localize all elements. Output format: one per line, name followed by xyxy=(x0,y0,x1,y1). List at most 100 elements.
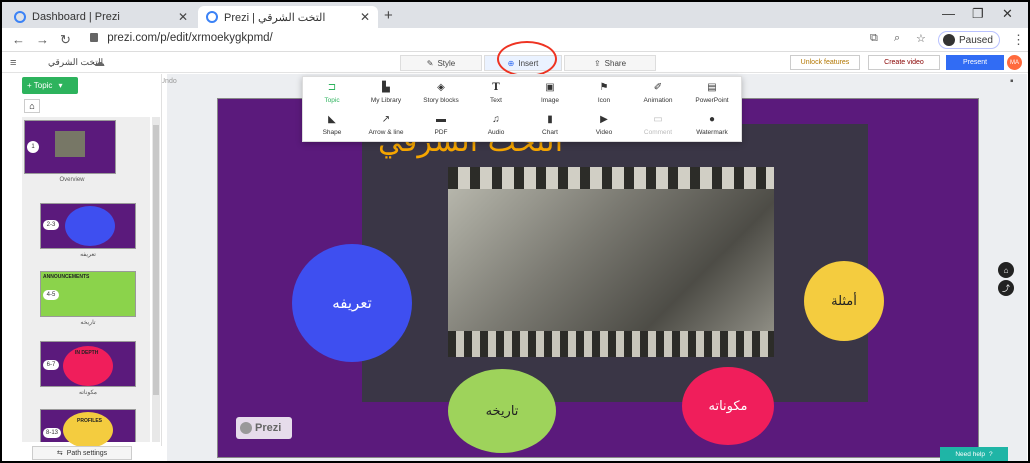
prezi-logo-text: Prezi xyxy=(255,422,282,434)
insert-topic-item[interactable]: ⊐ Topic xyxy=(305,82,359,110)
present-button[interactable]: Present xyxy=(946,55,1004,70)
tab-dashboard[interactable]: Dashboard | Prezi ✕ xyxy=(6,6,196,28)
pdf-icon: ▬ xyxy=(436,114,446,125)
insert-storyblocks-item[interactable]: ◈ Story blocks xyxy=(414,82,468,110)
prezi-favicon-icon xyxy=(206,11,218,23)
present-label: Present xyxy=(962,59,988,66)
insert-library-item[interactable]: ▙ My Library xyxy=(359,82,413,110)
video-icon: ▶ xyxy=(600,114,608,125)
forward-icon[interactable]: → xyxy=(36,32,49,47)
thumb-badge: 6-7 xyxy=(43,360,59,370)
thumbnail-overview[interactable]: 1 xyxy=(24,120,116,174)
insert-powerpoint-item[interactable]: ▤ PowerPoint xyxy=(685,82,739,110)
new-tab-icon[interactable]: + xyxy=(384,7,393,24)
thumbnail-scrollbar[interactable] xyxy=(152,117,160,442)
item-label: Icon xyxy=(597,97,611,104)
chevron-down-icon: ▾ xyxy=(58,81,63,90)
undo-button[interactable]: Undo xyxy=(160,78,177,85)
bookmark-star-icon[interactable]: ☆ xyxy=(916,32,926,45)
insert-animation-item[interactable]: ✐ Animation xyxy=(631,82,685,110)
thumbnail-label: مكوناته xyxy=(78,390,97,396)
profile-button[interactable]: Paused xyxy=(938,31,1000,49)
home-button[interactable]: ⌂ xyxy=(24,99,40,113)
insert-chart-item[interactable]: ▮ Chart xyxy=(523,114,577,142)
comments-icon[interactable]: ▪ xyxy=(1010,76,1014,87)
topic-circle-components[interactable]: مكوناته xyxy=(682,367,774,445)
insert-audio-item[interactable]: ♫ Audio xyxy=(469,114,523,142)
path-settings-button[interactable]: ⇆ Path settings xyxy=(32,446,132,460)
thumbnail-components[interactable]: IN DEPTH 6-7 xyxy=(40,341,136,387)
thumbnail-definition[interactable]: 2-3 xyxy=(40,203,136,249)
restore-icon[interactable]: ❐ xyxy=(972,6,984,22)
overview-sidebar: + Topic ▾ ⌂ 1 Overview 2-3 تعريفه ANNOUN… xyxy=(20,74,162,448)
wand-icon: ✐ xyxy=(653,82,663,93)
thumbnail-list: 1 Overview 2-3 تعريفه ANNOUNCEMENTS 4-5 … xyxy=(22,117,150,448)
create-video-button[interactable]: Create video xyxy=(868,55,940,70)
previous-step-icon[interactable]: ⤴ xyxy=(998,280,1014,296)
watermark-icon: ● xyxy=(708,114,716,125)
path-icon: ⇆ xyxy=(56,450,63,457)
kebab-menu-icon[interactable]: ⋮ xyxy=(1012,32,1025,48)
insert-video-item[interactable]: ▶ Video xyxy=(577,114,631,142)
topic-circle-history[interactable]: تاريخه xyxy=(448,369,556,453)
user-avatar[interactable]: MA xyxy=(1007,55,1022,70)
topic-circle-examples[interactable]: أمثلة xyxy=(804,261,884,341)
tab-title: Prezi | التخت الشرقي xyxy=(224,11,326,24)
tab-editor[interactable]: Prezi | التخت الشرقي ✕ xyxy=(198,6,378,28)
insert-image-item[interactable]: ▣ Image xyxy=(523,82,577,110)
thumbnail-profiles[interactable]: PROFILES 8-13 xyxy=(40,409,136,448)
topic-circle-definition[interactable]: تعريفه xyxy=(292,244,412,362)
insert-icon-item[interactable]: ⚑ Icon xyxy=(577,82,631,110)
item-label: My Library xyxy=(370,97,402,104)
topic-icon: ⊐ xyxy=(327,82,337,93)
url-field[interactable]: prezi.com/p/edit/xrmoekygkpmd/ xyxy=(90,32,273,44)
prezi-logo-icon xyxy=(240,422,252,434)
item-label: Video xyxy=(595,129,613,136)
style-button[interactable]: ✎ Style xyxy=(400,55,482,71)
thumb-circle xyxy=(65,206,115,246)
back-icon[interactable]: ← xyxy=(12,32,25,47)
insert-pdf-item[interactable]: ▬ PDF xyxy=(414,114,468,142)
hamburger-menu-icon[interactable]: ≡ xyxy=(10,57,16,69)
historical-photo[interactable] xyxy=(448,167,774,357)
prezi-watermark: Prezi xyxy=(236,417,292,439)
annotation-circle xyxy=(497,41,557,77)
insert-comment-item: ▭ Comment xyxy=(631,114,685,142)
share-button[interactable]: ⇪ Share xyxy=(564,55,656,71)
home-view-icon[interactable]: ⌂ xyxy=(998,262,1014,278)
unlock-features-button[interactable]: Unlock features xyxy=(790,55,860,70)
translate-icon[interactable]: ⧉ xyxy=(870,32,878,45)
zoom-icon[interactable]: ⌕ xyxy=(894,32,900,45)
brush-icon: ✎ xyxy=(426,58,434,68)
need-help-label: Need help xyxy=(955,450,985,458)
insert-text-item[interactable]: T Text xyxy=(469,82,523,110)
insert-shape-item[interactable]: ◣ Shape xyxy=(305,114,359,142)
powerpoint-icon: ▤ xyxy=(707,82,717,93)
close-tab-icon[interactable]: ✕ xyxy=(360,10,370,24)
style-label: Style xyxy=(437,58,456,68)
slide-overview[interactable]: التخت الشرقي تعريفه أمثلة تاريخه مكوناته… xyxy=(217,98,979,458)
thumb-heading: IN DEPTH xyxy=(75,350,99,356)
audio-icon: ♫ xyxy=(492,114,500,125)
thumbnail-history[interactable]: ANNOUNCEMENTS 4-5 xyxy=(40,271,136,317)
tab-title: Dashboard | Prezi xyxy=(32,11,120,23)
home-icon: ⌂ xyxy=(29,101,35,111)
close-window-icon[interactable]: ✕ xyxy=(1002,6,1013,22)
photo-floor xyxy=(448,331,774,357)
profile-status: Paused xyxy=(959,34,993,46)
item-label: Image xyxy=(540,97,560,104)
thumbnail-label: تاريخه xyxy=(80,320,96,326)
reload-icon[interactable]: ↻ xyxy=(60,32,71,48)
add-topic-label: + Topic xyxy=(27,81,53,90)
minimize-icon[interactable]: — xyxy=(942,6,955,21)
item-label: Story blocks xyxy=(423,97,459,104)
insert-arrow-item[interactable]: ↗ Arrow & line xyxy=(359,114,413,142)
insert-watermark-item[interactable]: ● Watermark xyxy=(685,114,739,142)
thumb-badge: 8-13 xyxy=(43,428,61,438)
need-help-button[interactable]: Need help ? xyxy=(940,447,1008,461)
add-topic-button[interactable]: + Topic ▾ xyxy=(22,77,78,94)
scrollbar-thumb[interactable] xyxy=(153,125,159,395)
browser-window: Dashboard | Prezi ✕ Prezi | التخت الشرقي… xyxy=(0,0,1030,463)
item-label: PowerPoint xyxy=(695,97,729,104)
close-tab-icon[interactable]: ✕ xyxy=(178,10,188,24)
